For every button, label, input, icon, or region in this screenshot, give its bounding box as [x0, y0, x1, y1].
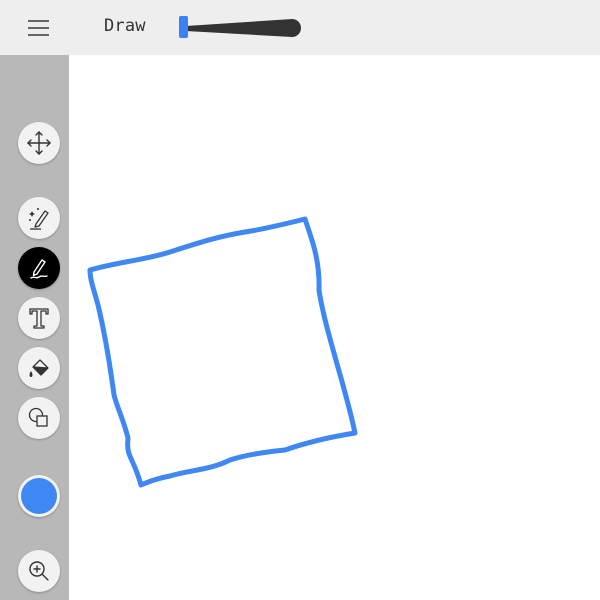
current-color-swatch	[21, 478, 57, 514]
text-tool-button[interactable]	[18, 297, 60, 339]
tool-sidebar	[0, 55, 69, 600]
drawing-canvas[interactable]	[69, 55, 600, 600]
shapes-icon	[28, 407, 48, 427]
magic-draw-tool-button[interactable]	[18, 197, 60, 239]
stroke-size-handle	[179, 16, 188, 38]
color-picker-button[interactable]	[18, 475, 60, 517]
stroke-size-track	[186, 19, 301, 37]
move-tool-button[interactable]	[18, 122, 60, 164]
menu-button[interactable]	[24, 14, 52, 42]
top-toolbar: Draw	[0, 0, 600, 55]
zoom-in-icon	[29, 561, 49, 581]
text-icon	[29, 308, 49, 329]
fill-tool-button[interactable]	[18, 347, 60, 389]
paint-bucket-icon	[29, 359, 49, 377]
app-title: Draw	[104, 16, 146, 36]
move-arrows-icon	[27, 131, 51, 155]
pen-icon	[30, 259, 48, 279]
pen-tool-button[interactable]	[18, 247, 60, 289]
magic-pencil-icon	[29, 208, 49, 230]
zoom-button[interactable]	[18, 550, 60, 592]
shapes-tool-button[interactable]	[18, 397, 60, 439]
freehand-square-stroke	[87, 216, 358, 488]
stroke-size-slider[interactable]	[176, 12, 310, 46]
